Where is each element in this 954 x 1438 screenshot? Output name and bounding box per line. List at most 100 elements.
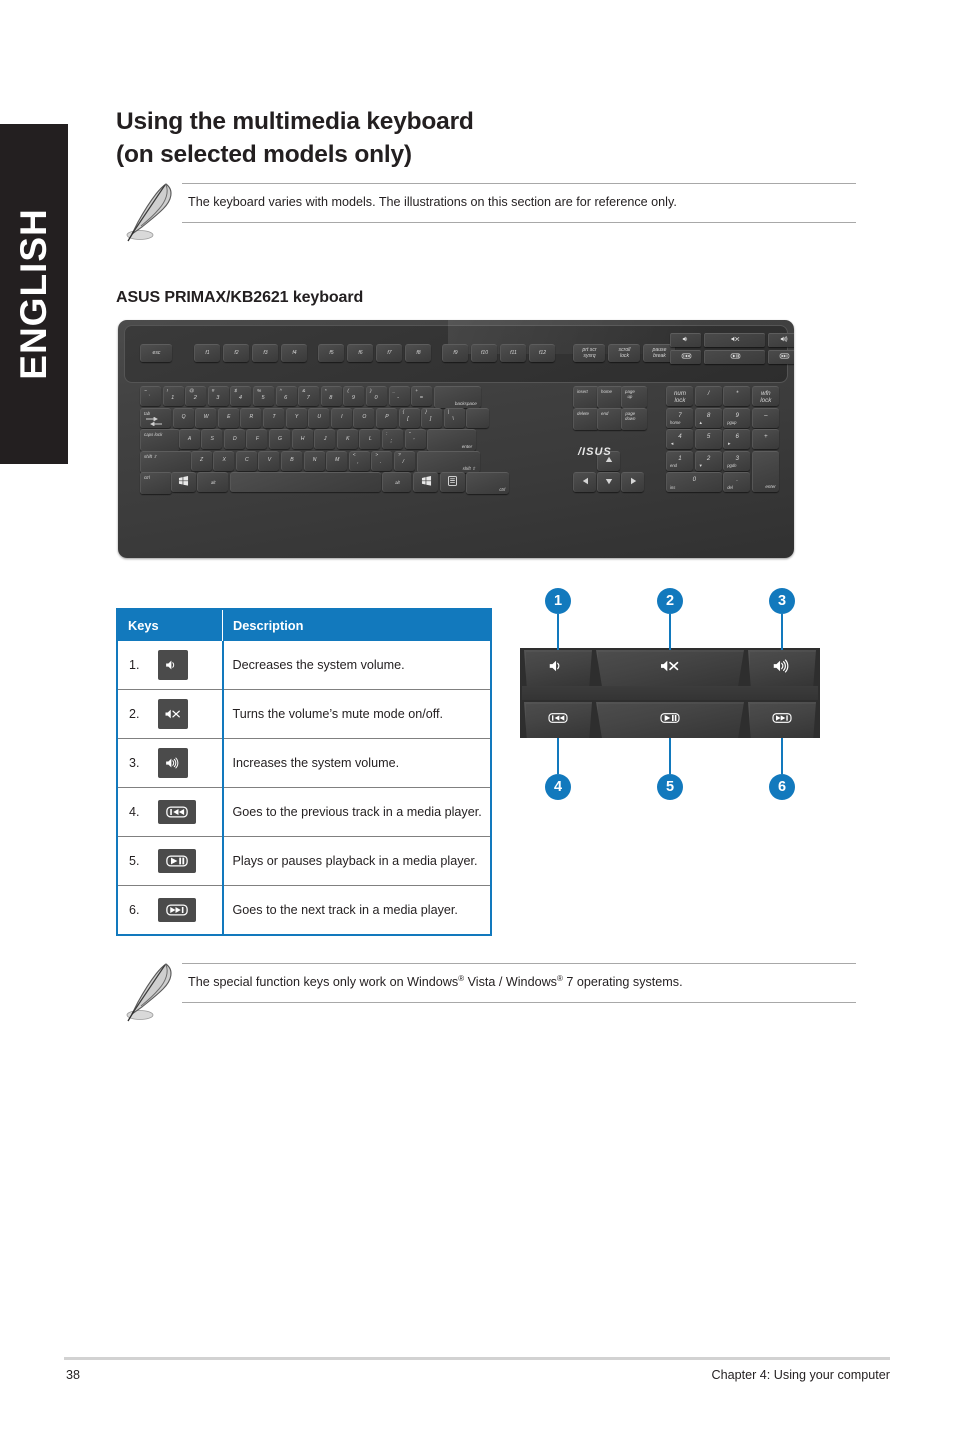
key-][interactable]: }] [421,407,443,428]
key-1[interactable]: ! 1 [162,386,184,406]
key-W[interactable]: W [195,407,217,428]
key-right-shift[interactable]: shift ⇧ [416,450,480,473]
key-D[interactable]: D [223,429,245,450]
callout-key-volume-down-icon[interactable] [524,650,592,686]
key-prt-scr[interactable]: prt scr sysrq [573,344,605,362]
key-0[interactable]: ) 0 [366,386,387,406]
key-U[interactable]: U [308,407,330,428]
key-R[interactable]: R [240,407,262,428]
key-right-alt[interactable]: alt [382,472,412,493]
key-F[interactable]: F [246,429,268,450]
key-T[interactable]: T [263,407,284,428]
key-f11[interactable]: f11 [500,344,526,362]
numpad-key-1[interactable]: 1 end [666,450,693,471]
key-left-shift[interactable]: shift ⇧ [140,450,192,473]
key-N[interactable]: N [303,450,325,471]
key-left-win[interactable] [170,472,196,493]
key-right-win[interactable] [413,472,438,493]
key-esc[interactable]: esc [140,344,172,362]
key-`[interactable]: ~ ` [140,386,161,406]
key-V[interactable]: V [258,450,280,471]
key-I[interactable]: I [330,407,352,428]
callout-key-prev-track-icon[interactable] [524,702,592,738]
key--[interactable]: _ - [388,386,410,406]
key-f5[interactable]: f5 [318,344,344,362]
key-B[interactable]: B [281,450,302,471]
key-insert[interactable]: insert [573,386,599,408]
numpad-key-7[interactable]: 7 home [666,407,693,428]
deck-key-volume-down-icon[interactable] [670,333,701,347]
numpad-key-enter[interactable]: enter [751,450,779,493]
key-page-up[interactable]: page up [621,386,647,408]
numpad-key-2[interactable]: 2 ▼ [694,450,722,471]
key-O[interactable]: O [353,407,375,428]
key-end[interactable]: end [597,407,623,430]
key-arrow-right[interactable] [621,472,644,493]
key-home[interactable]: home [597,386,623,408]
callout-key-mute-icon[interactable] [596,650,744,686]
key-f12[interactable]: f12 [529,344,555,362]
key-4[interactable]: $4 [230,386,252,406]
key-6[interactable]: ^ 6 [275,386,297,406]
key-\[interactable]: | \ [443,407,465,428]
key-f4[interactable]: f4 [281,344,307,362]
key-caps-lock[interactable]: caps lock [140,429,180,452]
key-9[interactable]: (9 [343,386,365,406]
key-left-alt[interactable]: alt [197,472,229,493]
key-8[interactable]: * 8 [320,386,342,406]
numpad-key-divide[interactable]: / [694,386,722,406]
key-J[interactable]: J [314,429,336,450]
key-comma[interactable]: <, [348,450,370,471]
key-f10[interactable]: f10 [471,344,497,362]
numpad-key-plus[interactable]: + [751,429,779,450]
key-5[interactable]: % 5 [253,386,274,406]
key-f6[interactable]: f6 [347,344,373,362]
key-A[interactable]: A [178,429,200,450]
numpad-key-multiply[interactable]: * [723,386,751,406]
numpad-key-0[interactable]: 0 ins [666,472,722,493]
key-f8[interactable]: f8 [405,344,431,362]
deck-key-volume-up-icon[interactable] [768,333,794,347]
key-E[interactable]: E [217,407,239,428]
key-arrow-down[interactable] [597,472,620,493]
key-scroll[interactable]: scroll lock [608,344,640,362]
key-quote[interactable]: " ' [404,429,426,450]
key-G[interactable]: G [269,429,290,450]
numpad-key-9[interactable]: 9 pgup [723,407,751,428]
deck-key-play-pause-icon[interactable] [704,350,765,364]
key-2[interactable]: @2 [185,386,207,406]
key-H[interactable]: H [291,429,313,450]
key-M[interactable]: M [326,450,348,471]
key-backspace[interactable]: backspace [433,386,481,408]
key-f2[interactable]: f2 [223,344,249,362]
key-period[interactable]: >. [371,450,393,471]
key-semicolon[interactable]: :; [382,429,403,450]
key-delete[interactable]: delete [573,407,599,430]
key-S[interactable]: S [201,429,223,450]
key-[[interactable]: {[ [398,407,420,428]
callout-key-play-pause-icon[interactable] [596,702,744,738]
key-space[interactable] [229,472,381,493]
numpad-key-4[interactable]: 4 ◄ [666,429,693,450]
key-enter[interactable]: enter [427,429,477,452]
key-page-down[interactable]: page down [621,407,647,430]
deck-key-next-track-icon[interactable] [768,350,794,364]
numpad-key-3[interactable]: 3 pgdn [723,450,751,471]
key-Y[interactable]: Y [285,407,307,428]
callout-key-next-track-icon[interactable] [748,702,816,738]
key-f1[interactable]: f1 [194,344,220,362]
numpad-key-num-lock[interactable]: num lock [666,386,693,406]
numpad-key-wfn-lock[interactable]: wfn lock [751,386,779,406]
key-tab[interactable]: tab [140,407,171,428]
key-arrow-left[interactable] [573,472,596,493]
key-C[interactable]: C [235,450,257,471]
deck-key-mute-icon[interactable] [704,333,765,347]
key-f7[interactable]: f7 [376,344,402,362]
key-f9[interactable]: f9 [442,344,468,362]
key-=[interactable]: + = [411,386,433,406]
numpad-key-6[interactable]: 6 ► [723,429,751,450]
key-3[interactable]: #3 [207,386,229,406]
key-slash[interactable]: ? / [394,450,415,471]
key-L[interactable]: L [359,429,381,450]
key-K[interactable]: K [336,429,358,450]
